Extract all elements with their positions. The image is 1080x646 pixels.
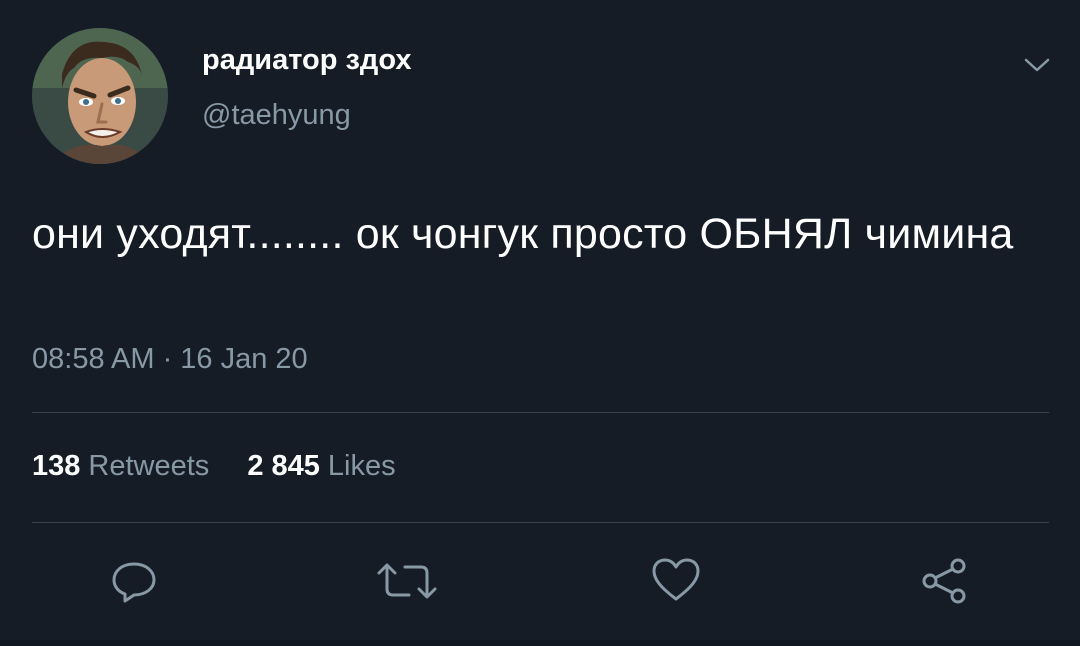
- divider: [32, 522, 1049, 523]
- share-icon[interactable]: [918, 555, 970, 607]
- chevron-down-icon[interactable]: [1022, 54, 1052, 76]
- divider: [32, 412, 1049, 413]
- tweet-text: они уходят........ ок чонгук просто ОБНЯ…: [32, 210, 1014, 258]
- retweets-count: 138: [32, 450, 81, 482]
- retweets-stat[interactable]: 138 Retweets: [32, 450, 209, 483]
- avatar[interactable]: [32, 28, 168, 164]
- tweet-card: радиатор здох @taehyung они уходят......…: [0, 0, 1080, 646]
- likes-stat[interactable]: 2 845 Likes: [247, 450, 395, 483]
- likes-count: 2 845: [247, 450, 320, 482]
- tweet-timestamp[interactable]: 08:58 AM · 16 Jan 20: [32, 343, 308, 376]
- likes-label: Likes: [327, 450, 396, 482]
- user-handle[interactable]: @taehyung: [202, 99, 351, 132]
- retweets-label: Retweets: [88, 450, 210, 482]
- tweet-stats: 138 Retweets 2 845 Likes: [32, 450, 426, 483]
- display-name[interactable]: радиатор здох: [202, 44, 411, 77]
- reply-icon[interactable]: [108, 555, 160, 607]
- heart-icon[interactable]: [650, 555, 702, 607]
- retweet-icon[interactable]: [375, 555, 437, 607]
- bottom-edge: [0, 640, 1080, 646]
